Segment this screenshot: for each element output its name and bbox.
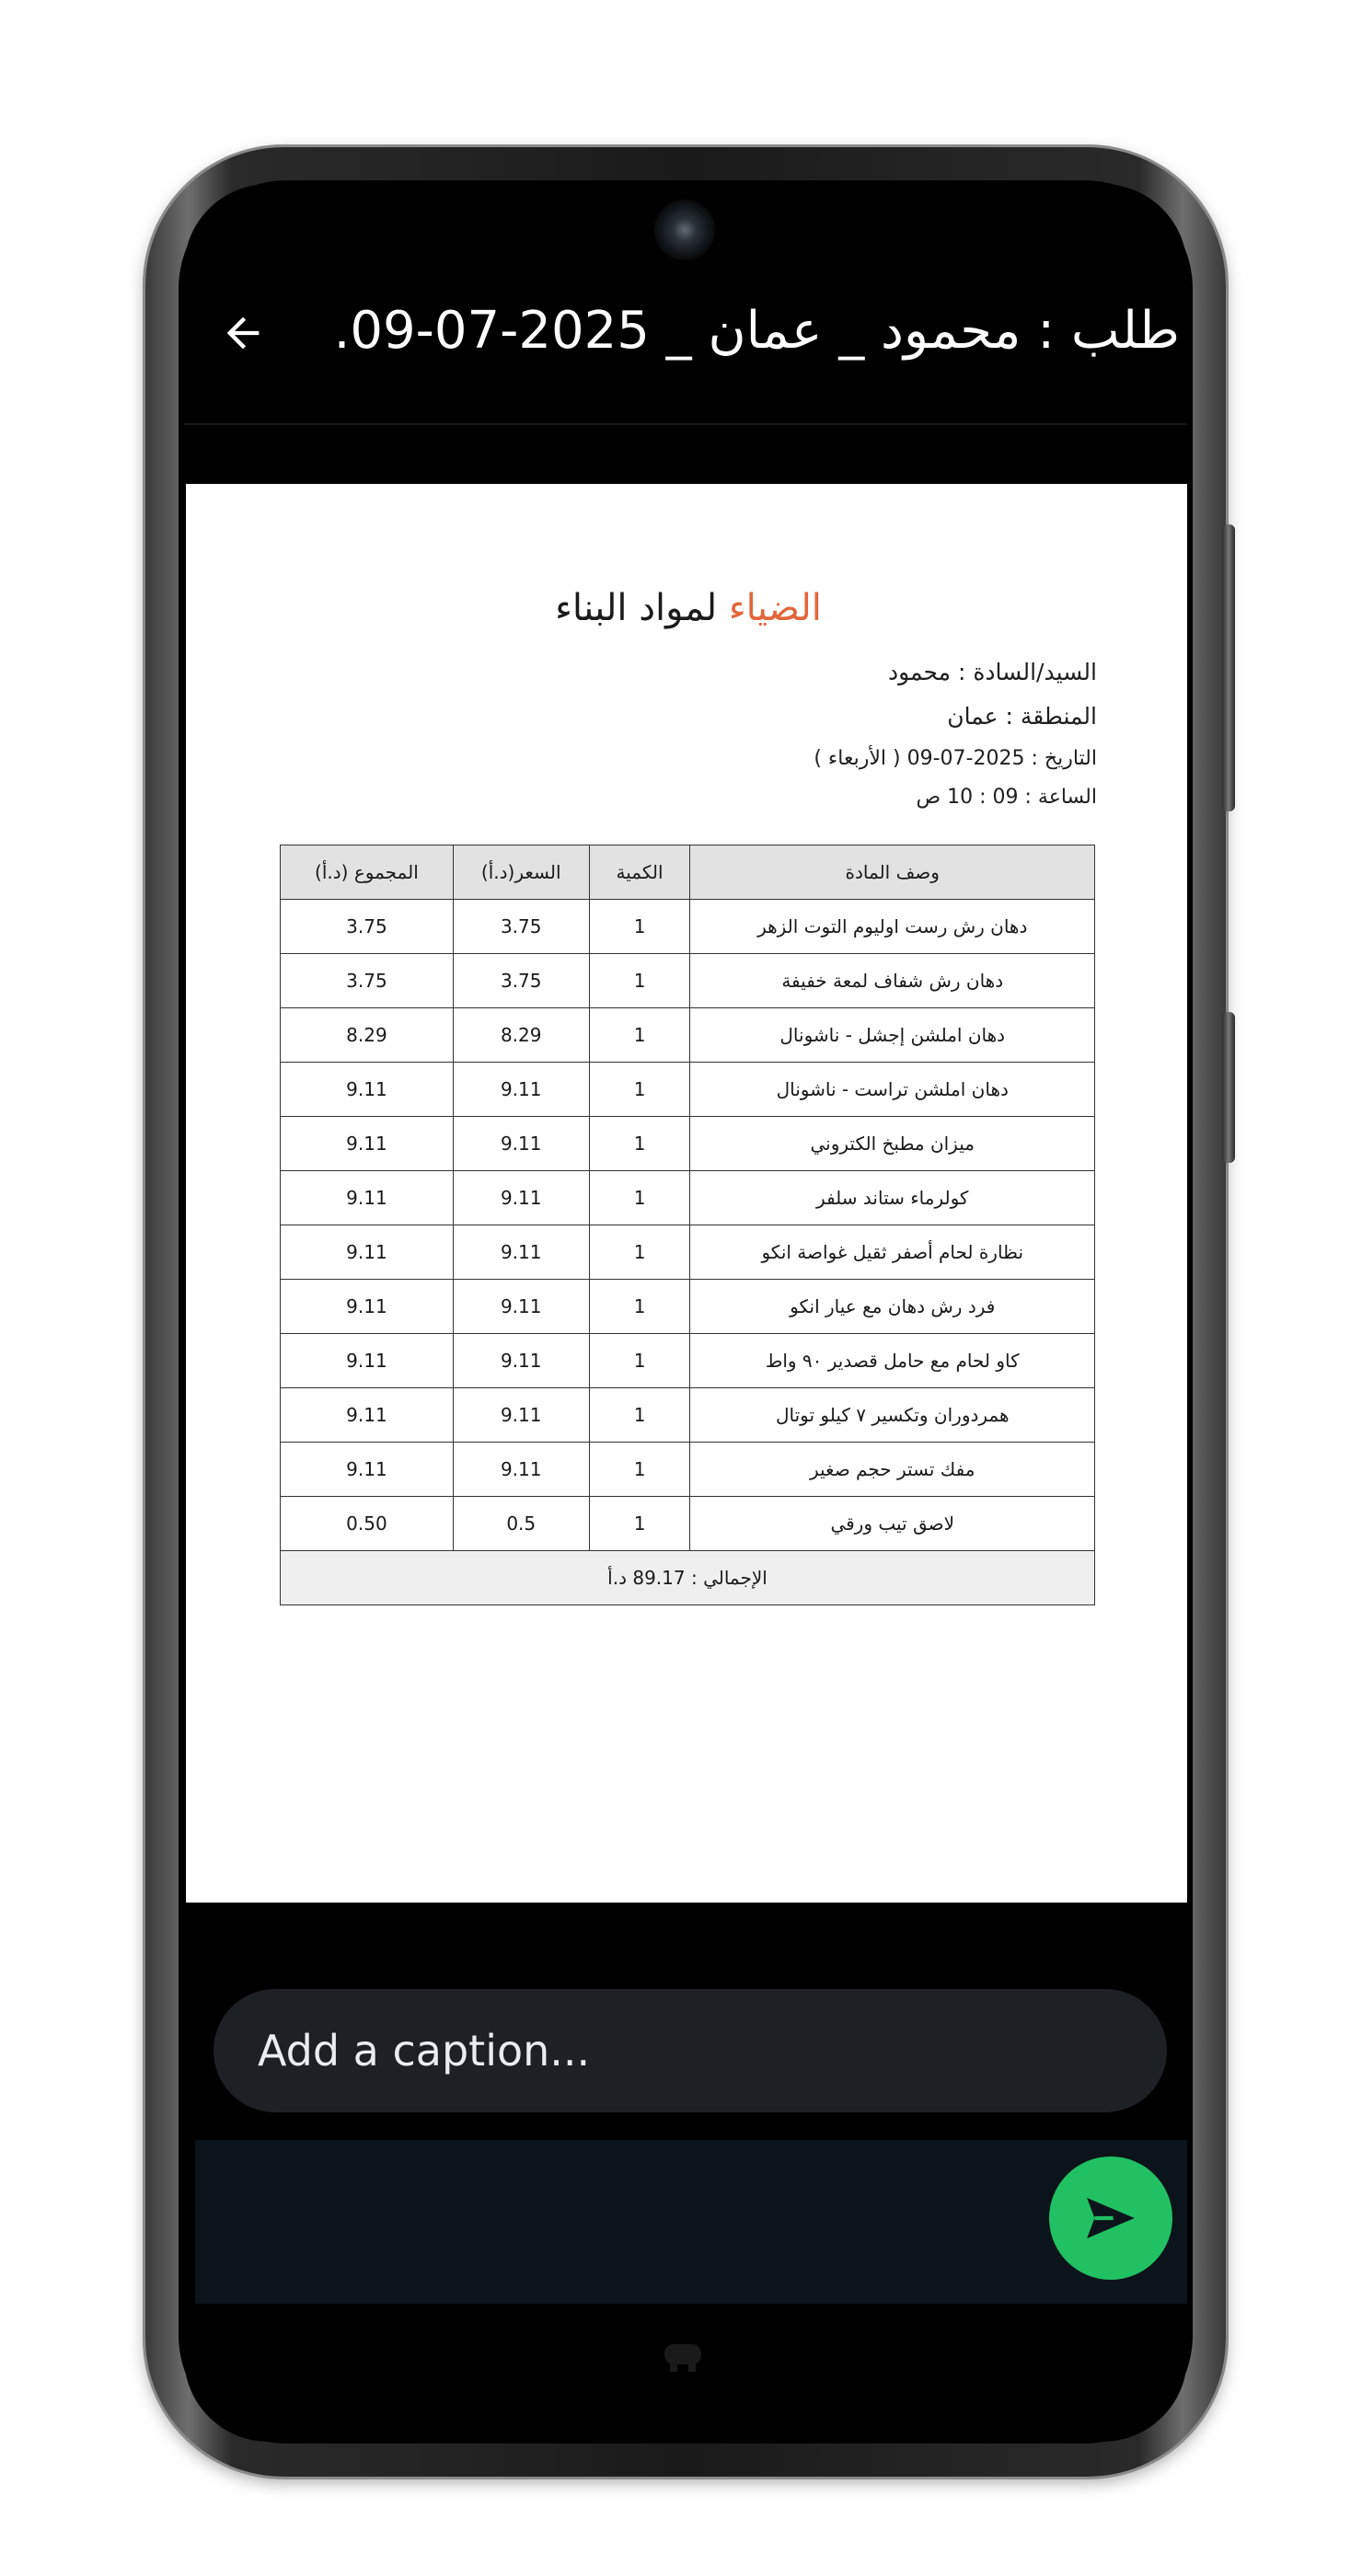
nav-home-indicator bbox=[657, 2337, 709, 2379]
image-preview: الضياء لمواد البناء السيد/السادة : محمود… bbox=[186, 484, 1187, 1903]
item-price: 9.11 bbox=[452, 1116, 590, 1171]
item-price: 9.11 bbox=[452, 1225, 590, 1280]
item-description: ميزان مطبخ الكتروني bbox=[689, 1116, 1095, 1171]
column-header: الكمية bbox=[588, 845, 691, 900]
table-row: دهان املشن تراست - ناشونال 1 9.11 9.11 bbox=[280, 1062, 1095, 1117]
item-description: دهان رش رست اوليوم التوت الزهر bbox=[689, 899, 1095, 954]
item-description: دهان املشن إجشل - ناشونال bbox=[689, 1007, 1095, 1063]
item-quantity: 1 bbox=[588, 1333, 691, 1388]
back-button[interactable] bbox=[215, 305, 271, 361]
table-row: فرد رش دهان مع عيار انكو 1 9.11 9.11 bbox=[280, 1279, 1095, 1334]
item-total: 0.50 bbox=[280, 1496, 454, 1551]
item-price: 9.11 bbox=[452, 1387, 590, 1443]
date-line: التاريخ : 2025-07-09 ( الأربعاء ) bbox=[814, 747, 1097, 770]
table-row: دهان املشن إجشل - ناشونال 1 8.29 8.29 bbox=[280, 1007, 1095, 1063]
item-quantity: 1 bbox=[588, 1225, 691, 1280]
top-app-bar: طلب : محمود _ عمان _ 2025-07-09.... bbox=[184, 276, 1187, 432]
item-price: 0.5 bbox=[452, 1496, 590, 1551]
item-total: 9.11 bbox=[280, 1225, 454, 1280]
power-button bbox=[1222, 1012, 1235, 1163]
table-row: كاو لحام مع حامل قصدير ٩٠ واط 1 9.11 9.11 bbox=[280, 1333, 1095, 1388]
volume-button bbox=[1222, 524, 1235, 811]
bottom-panel bbox=[195, 2140, 1187, 2304]
item-total: 9.11 bbox=[280, 1333, 454, 1388]
send-button[interactable] bbox=[1049, 2156, 1172, 2280]
item-price: 8.29 bbox=[452, 1007, 590, 1063]
item-price: 9.11 bbox=[452, 1333, 590, 1388]
table-row: دهان رش شفاف لمعة خفيفة 1 3.75 3.75 bbox=[280, 953, 1095, 1008]
item-quantity: 1 bbox=[588, 953, 691, 1008]
item-description: نظارة لحام أصفر ثقيل غواصة انكو bbox=[689, 1225, 1095, 1280]
time-line: الساعة : 09 : 10 ص bbox=[916, 786, 1097, 809]
item-price: 9.11 bbox=[452, 1279, 590, 1334]
brand-name: الضياء bbox=[728, 587, 822, 629]
table-row: لاصق تيب ورقي 1 0.5 0.50 bbox=[280, 1496, 1095, 1551]
table-header-row: وصف المادة الكمية السعر(د.أ) المجموع (د.… bbox=[280, 845, 1095, 900]
table-row: دهان رش رست اوليوم التوت الزهر 1 3.75 3.75 bbox=[280, 899, 1095, 954]
item-quantity: 1 bbox=[588, 1279, 691, 1334]
item-price: 3.75 bbox=[452, 899, 590, 954]
item-quantity: 1 bbox=[588, 1062, 691, 1117]
table-row: نظارة لحام أصفر ثقيل غواصة انكو 1 9.11 9.11 bbox=[280, 1225, 1095, 1280]
table-row: كولرماء ستاند سلفر 1 9.11 9.11 bbox=[280, 1170, 1095, 1225]
column-header: وصف المادة bbox=[689, 845, 1095, 900]
item-description: دهان املشن تراست - ناشونال bbox=[689, 1062, 1095, 1117]
total-cell: الإجمالي : 89.17 د.أ bbox=[280, 1550, 1095, 1605]
item-quantity: 1 bbox=[588, 1170, 691, 1225]
table-row: مفك تستر حجم صغير 1 9.11 9.11 bbox=[280, 1442, 1095, 1497]
item-total: 3.75 bbox=[280, 899, 454, 954]
item-price: 3.75 bbox=[452, 953, 590, 1008]
page-title: طلب : محمود _ عمان _ 2025-07-09.... bbox=[331, 301, 1180, 361]
divider bbox=[184, 423, 1187, 425]
item-description: دهان رش شفاف لمعة خفيفة bbox=[689, 953, 1095, 1008]
items-table: وصف المادة الكمية السعر(د.أ) المجموع (د.… bbox=[280, 845, 1095, 1605]
item-description: فرد رش دهان مع عيار انكو bbox=[689, 1279, 1095, 1334]
item-price: 9.11 bbox=[452, 1062, 590, 1117]
column-header: السعر(د.أ) bbox=[452, 845, 590, 900]
item-price: 9.11 bbox=[452, 1442, 590, 1497]
table-row: همردوران وتكسير ٧ كيلو توتال 1 9.11 9.11 bbox=[280, 1387, 1095, 1443]
item-description: كاو لحام مع حامل قصدير ٩٠ واط bbox=[689, 1333, 1095, 1388]
phone-screen: طلب : محمود _ عمان _ 2025-07-09.... الضي… bbox=[184, 184, 1187, 2442]
item-description: كولرماء ستاند سلفر bbox=[689, 1170, 1095, 1225]
send-icon bbox=[1087, 2198, 1135, 2238]
caption-input[interactable] bbox=[256, 2025, 1125, 2076]
item-total: 8.29 bbox=[280, 1007, 454, 1063]
item-description: همردوران وتكسير ٧ كيلو توتال bbox=[689, 1387, 1095, 1443]
arrow-left-icon bbox=[226, 316, 260, 350]
front-camera bbox=[657, 202, 712, 258]
document-title: الضياء لمواد البناء bbox=[186, 587, 1187, 629]
item-quantity: 1 bbox=[588, 1116, 691, 1171]
table-row: ميزان مطبخ الكتروني 1 9.11 9.11 bbox=[280, 1116, 1095, 1171]
item-quantity: 1 bbox=[588, 1387, 691, 1443]
item-description: مفك تستر حجم صغير bbox=[689, 1442, 1095, 1497]
caption-field[interactable] bbox=[214, 1989, 1167, 2112]
item-quantity: 1 bbox=[588, 1007, 691, 1063]
item-quantity: 1 bbox=[588, 1442, 691, 1497]
item-quantity: 1 bbox=[588, 1496, 691, 1551]
item-total: 9.11 bbox=[280, 1170, 454, 1225]
item-price: 9.11 bbox=[452, 1170, 590, 1225]
total-row: الإجمالي : 89.17 د.أ bbox=[280, 1550, 1095, 1605]
item-quantity: 1 bbox=[588, 899, 691, 954]
item-total: 9.11 bbox=[280, 1116, 454, 1171]
column-header: المجموع (د.أ) bbox=[280, 845, 454, 900]
item-total: 9.11 bbox=[280, 1387, 454, 1443]
region-line: المنطقة : عمان bbox=[947, 703, 1097, 730]
item-total: 9.11 bbox=[280, 1442, 454, 1497]
document-title-rest: لمواد البناء bbox=[555, 587, 729, 629]
item-description: لاصق تيب ورقي bbox=[689, 1496, 1095, 1551]
item-total: 3.75 bbox=[280, 953, 454, 1008]
customer-line: السيد/السادة : محمود bbox=[887, 659, 1097, 685]
item-total: 9.11 bbox=[280, 1062, 454, 1117]
item-total: 9.11 bbox=[280, 1279, 454, 1334]
